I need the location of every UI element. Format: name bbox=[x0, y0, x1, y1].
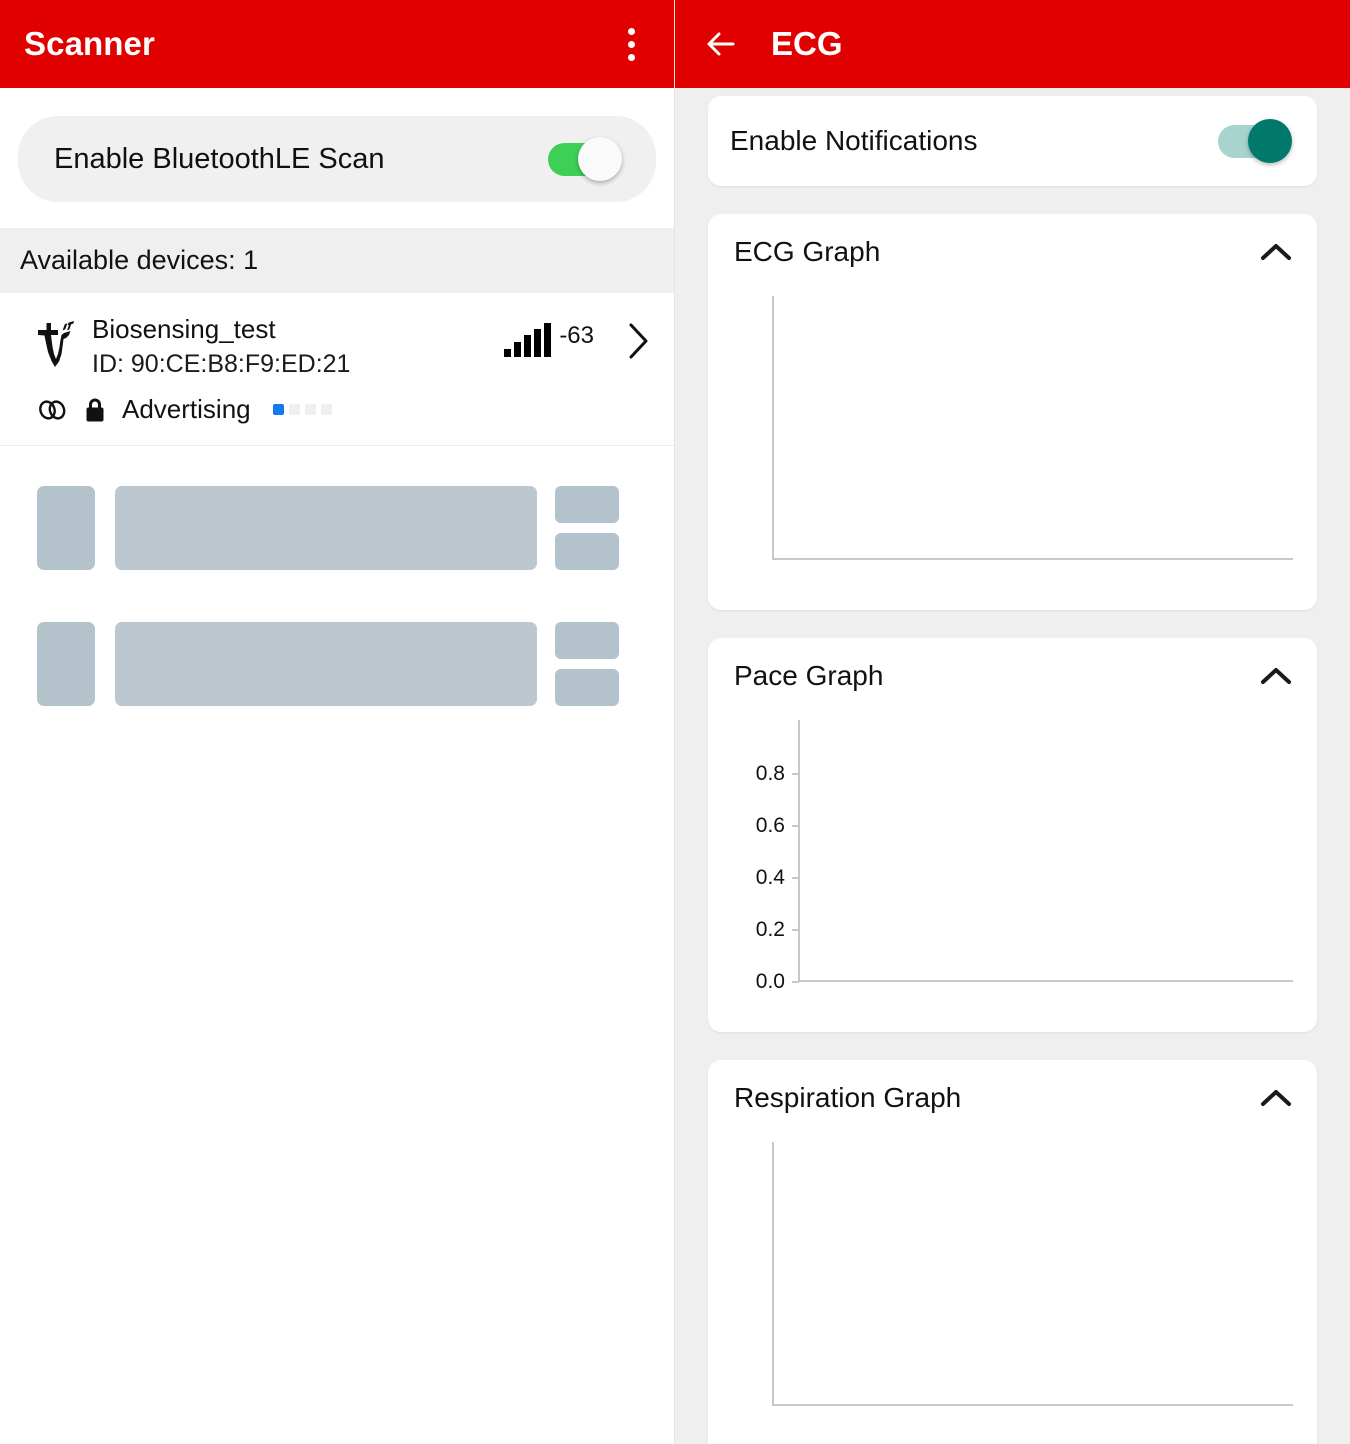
texas-instruments-logo-icon bbox=[38, 321, 75, 367]
dot bbox=[627, 40, 635, 48]
pace-x-axis bbox=[798, 980, 1293, 982]
app-root: Scanner Enable BluetoothLE Scan Availabl… bbox=[0, 0, 1350, 1444]
respiration-x-axis bbox=[772, 1404, 1293, 1406]
pace-graph-title: Pace Graph bbox=[734, 660, 884, 691]
bar bbox=[504, 349, 512, 357]
ecg-detail-panel: ECG Enable Notifications ECG Graph Pace … bbox=[675, 0, 1350, 1444]
device-row-top: Biosensing_test ID: 90:CE:B8:F9:ED:21 -6… bbox=[20, 313, 654, 380]
device-status-label: Advertising bbox=[122, 394, 251, 424]
toggle-thumb bbox=[1248, 119, 1292, 163]
chevron-right-icon[interactable] bbox=[628, 321, 650, 361]
activity-dot bbox=[304, 404, 316, 415]
scan-toggle-section: Enable BluetoothLE Scan bbox=[0, 88, 674, 228]
pace-y-tick-mark bbox=[792, 981, 799, 983]
dot bbox=[627, 27, 635, 35]
pace-y-axis bbox=[798, 720, 800, 982]
chevron-up-icon[interactable] bbox=[1259, 1087, 1293, 1109]
pace-y-tick-mark bbox=[792, 929, 799, 931]
skeleton-row bbox=[0, 486, 674, 570]
ecg-appbar: ECG bbox=[675, 0, 1350, 88]
activity-indicator bbox=[272, 404, 332, 415]
activity-dot bbox=[272, 404, 284, 415]
skeleton-title-block bbox=[115, 486, 537, 570]
respiration-y-axis bbox=[772, 1142, 774, 1406]
available-devices-band: Available devices: 1 bbox=[0, 228, 674, 293]
device-name-block: Biosensing_test ID: 90:CE:B8:F9:ED:21 bbox=[92, 313, 504, 380]
ecg-plot bbox=[730, 296, 1295, 586]
bar bbox=[534, 329, 542, 357]
more-vertical-icon[interactable] bbox=[614, 22, 648, 66]
enable-notifications-label: Enable Notifications bbox=[730, 125, 978, 156]
activity-dot bbox=[288, 404, 300, 415]
skeleton-pill bbox=[555, 622, 619, 659]
skeleton-side-blocks bbox=[555, 622, 619, 706]
rssi-value: -63 bbox=[559, 322, 594, 349]
respiration-graph-title: Respiration Graph bbox=[734, 1082, 962, 1113]
skeleton-side-blocks bbox=[555, 486, 619, 570]
enable-ble-scan-label: Enable BluetoothLE Scan bbox=[54, 142, 385, 175]
ecg-y-axis bbox=[772, 296, 774, 560]
device-id: ID: 90:CE:B8:F9:ED:21 bbox=[92, 349, 351, 378]
enable-notifications-toggle[interactable] bbox=[1218, 119, 1292, 163]
chevron-up-icon[interactable] bbox=[1259, 241, 1293, 263]
lock-icon bbox=[86, 398, 104, 421]
detail-page-title: ECG bbox=[771, 25, 843, 62]
loading-placeholder-list bbox=[0, 446, 674, 706]
signal-bars-icon bbox=[504, 323, 552, 357]
skeleton-avatar bbox=[37, 622, 95, 706]
enable-ble-scan-toggle[interactable] bbox=[548, 137, 622, 181]
pace-y-tick-mark bbox=[792, 825, 799, 827]
bar bbox=[544, 323, 552, 357]
ecg-plot-area bbox=[730, 296, 1295, 586]
arrow-left-icon[interactable] bbox=[701, 24, 741, 64]
scanner-appbar: Scanner bbox=[0, 0, 674, 88]
respiration-plot bbox=[730, 1142, 1295, 1432]
ecg-x-axis bbox=[772, 558, 1293, 560]
dot bbox=[627, 53, 635, 61]
skeleton-avatar bbox=[37, 486, 95, 570]
respiration-plot-area bbox=[730, 1142, 1295, 1432]
ecg-graph-header[interactable]: ECG Graph bbox=[730, 236, 1295, 268]
pace-y-tick-mark bbox=[792, 773, 799, 775]
device-name: Biosensing_test bbox=[92, 314, 276, 344]
pace-y-tick-mark bbox=[792, 877, 799, 879]
pace-graph-header[interactable]: Pace Graph bbox=[730, 660, 1295, 692]
pace-graph-card: Pace Graph 0.0 0.2 0.4 0.6 0.8 bbox=[708, 638, 1317, 1032]
link-icon bbox=[39, 399, 66, 420]
available-devices-count: Available devices: 1 bbox=[20, 245, 259, 275]
chevron-up-icon[interactable] bbox=[1259, 665, 1293, 687]
toggle-thumb bbox=[578, 137, 622, 181]
device-list-item[interactable]: Biosensing_test ID: 90:CE:B8:F9:ED:21 -6… bbox=[0, 293, 674, 446]
skeleton-title-block bbox=[115, 622, 537, 706]
respiration-graph-header[interactable]: Respiration Graph bbox=[730, 1082, 1295, 1114]
ecg-graph-title: ECG Graph bbox=[734, 236, 881, 267]
activity-dot bbox=[320, 404, 332, 415]
pace-plot-area: 0.0 0.2 0.4 0.6 0.8 bbox=[730, 720, 1295, 1008]
enable-ble-scan-row[interactable]: Enable BluetoothLE Scan bbox=[18, 116, 656, 202]
skeleton-pill bbox=[555, 533, 619, 570]
respiration-graph-card: Respiration Graph bbox=[708, 1060, 1317, 1444]
ecg-graph-card: ECG Graph bbox=[708, 214, 1317, 610]
skeleton-pill bbox=[555, 669, 619, 706]
pace-plot: 0.0 0.2 0.4 0.6 0.8 bbox=[730, 720, 1295, 1008]
detail-card-list: Enable Notifications ECG Graph Pace Grap… bbox=[675, 88, 1350, 1444]
signal-strength-group: -63 bbox=[504, 323, 594, 357]
skeleton-pill bbox=[555, 486, 619, 523]
skeleton-row bbox=[0, 622, 674, 706]
page-title: Scanner bbox=[24, 25, 155, 62]
bar bbox=[524, 335, 532, 357]
device-status-row: Advertising bbox=[38, 394, 654, 425]
scanner-panel: Scanner Enable BluetoothLE Scan Availabl… bbox=[0, 0, 675, 1444]
enable-notifications-card[interactable]: Enable Notifications bbox=[708, 96, 1317, 186]
bar bbox=[514, 342, 522, 357]
